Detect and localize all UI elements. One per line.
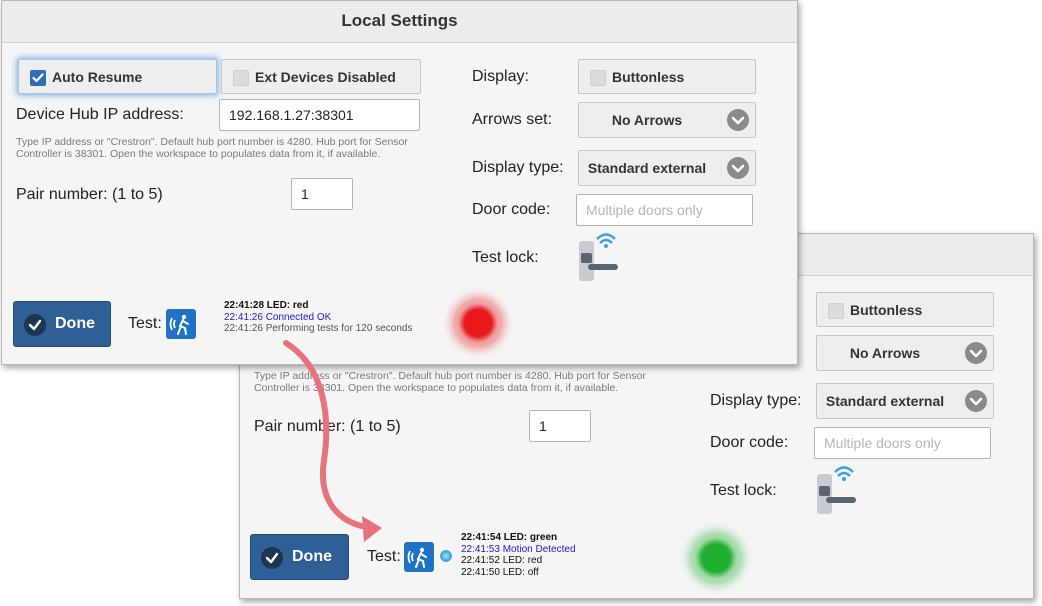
test-lock-label: Test lock: xyxy=(472,249,539,266)
hub-ip-hint: Type IP address or "Crestron". Default h… xyxy=(254,370,646,394)
pair-number-input[interactable]: 1 xyxy=(529,410,591,442)
led-status-indicator xyxy=(690,532,742,584)
door-code-label: Door code: xyxy=(472,201,551,218)
door-code-input[interactable]: Multiple doors only xyxy=(576,194,753,226)
check-circle-icon xyxy=(261,547,283,569)
motion-indicator-dot xyxy=(440,550,452,562)
checked-checkbox-icon xyxy=(30,70,46,86)
ext-devices-label: Ext Devices Disabled xyxy=(255,69,396,85)
test-lock-label: Test lock: xyxy=(710,482,777,499)
auto-resume-checkbox[interactable]: Auto Resume xyxy=(18,59,217,94)
buttonless-checkbox-box xyxy=(828,303,844,319)
hub-ip-input[interactable]: 192.168.1.27:38301 xyxy=(219,99,420,131)
local-settings-panel-before: Local Settings Auto Resume Ext Devices D… xyxy=(1,0,798,365)
motion-sensor-icon[interactable] xyxy=(404,542,434,572)
door-code-label: Door code: xyxy=(710,434,789,451)
arrows-set-value: No Arrows xyxy=(849,345,921,361)
done-button[interactable]: Done xyxy=(13,301,111,347)
display-type-label: Display type: xyxy=(472,159,564,176)
hub-ip-hint: Type IP address or "Crestron". Default h… xyxy=(16,136,408,160)
log-line: 22:41:50 LED: off xyxy=(461,566,539,578)
pair-number-label: Pair number: (1 to 5) xyxy=(254,418,401,435)
chevron-down-icon xyxy=(727,109,749,131)
display-type-label: Display type: xyxy=(710,392,802,409)
chevron-down-icon xyxy=(965,390,987,412)
log-line: 22:41:28 LED: red xyxy=(224,300,309,311)
pair-number-label: Pair number: (1 to 5) xyxy=(16,186,163,203)
door-lock-wifi-icon[interactable] xyxy=(578,231,622,283)
ext-devices-checkbox-box xyxy=(233,70,249,86)
done-button[interactable]: Done xyxy=(250,534,349,580)
check-circle-icon xyxy=(24,314,46,336)
log-line: 22:41:26 Performing tests for 120 second… xyxy=(224,323,413,334)
ext-devices-disabled-checkbox[interactable]: Ext Devices Disabled xyxy=(221,59,421,94)
log-line: 22:41:52 LED: red xyxy=(461,555,543,566)
log-line: 22:41:26 Connected OK xyxy=(224,311,332,323)
test-log: 22:41:28 LED: red 22:41:26 Connected OK 22… xyxy=(224,300,412,335)
done-label: Done xyxy=(292,548,332,565)
arrows-set-dropdown[interactable]: No Arrows xyxy=(578,102,756,138)
chevron-down-icon xyxy=(965,342,987,364)
motion-sensor-icon[interactable] xyxy=(166,309,196,339)
test-label: Test: xyxy=(367,548,401,565)
buttonless-checkbox-box xyxy=(590,70,606,86)
hub-ip-label: Device Hub IP address: xyxy=(16,106,184,123)
chevron-down-icon xyxy=(727,157,749,179)
buttonless-label: Buttonless xyxy=(612,69,685,85)
buttonless-checkbox[interactable]: Buttonless xyxy=(578,59,756,94)
arrows-set-dropdown[interactable]: No Arrows xyxy=(816,335,994,371)
door-code-input[interactable]: Multiple doors only xyxy=(814,427,991,459)
auto-resume-label: Auto Resume xyxy=(52,69,143,85)
test-label: Test: xyxy=(128,315,162,332)
display-type-value: Standard external xyxy=(587,160,707,176)
display-type-dropdown[interactable]: Standard external xyxy=(578,150,756,186)
door-lock-wifi-icon[interactable] xyxy=(816,464,860,516)
arrows-set-value: No Arrows xyxy=(611,112,683,128)
pair-number-input[interactable]: 1 xyxy=(291,178,353,210)
display-label: Display: xyxy=(472,68,529,85)
buttonless-checkbox[interactable]: Buttonless xyxy=(816,292,994,327)
log-line: 22:41:53 Motion Detected xyxy=(461,543,576,555)
panel-title: Local Settings xyxy=(2,1,797,43)
display-type-value: Standard external xyxy=(825,393,945,409)
buttonless-label: Buttonless xyxy=(850,302,923,318)
arrows-set-label: Arrows set: xyxy=(472,111,553,128)
done-label: Done xyxy=(55,315,95,332)
test-log: 22:41:54 LED: green 22:41:53 Motion Detec… xyxy=(461,532,576,578)
log-line: 22:41:54 LED: green xyxy=(461,532,558,543)
led-status-indicator xyxy=(453,298,503,348)
display-type-dropdown[interactable]: Standard external xyxy=(816,383,994,419)
